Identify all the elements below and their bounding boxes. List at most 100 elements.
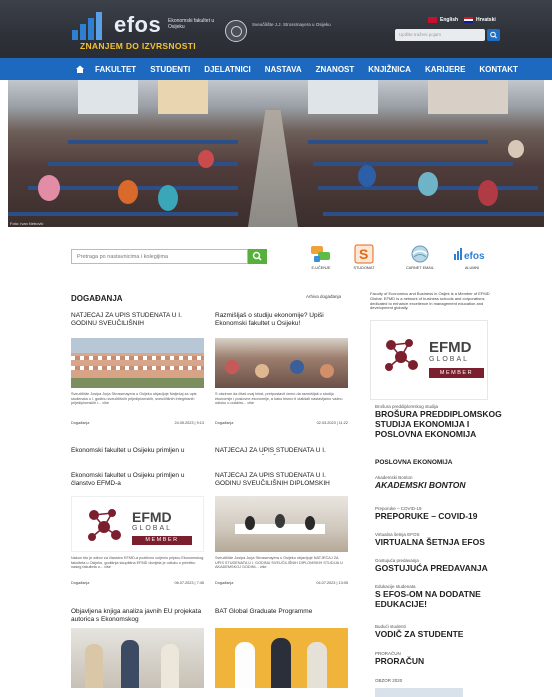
efmd-global: GLOBAL (132, 525, 173, 532)
news-title[interactable]: Razmišljaš o studiju ekonomije? Upiši Ek… (215, 312, 348, 336)
nav-znanost[interactable]: ZNANOST (316, 65, 355, 74)
uk-flag-icon (428, 17, 437, 23)
lang-croatian[interactable]: Hrvatski (464, 17, 496, 23)
sidebar-link-title: VODIČ ZA STUDENTE (375, 629, 464, 639)
news-title[interactable]: NATJEČAJ ZA UPIS STUDENATA U I. GODINU S… (215, 472, 348, 494)
sidebar-link-bonton[interactable]: Akademski Bonton AKADEMSKI BONTON (375, 475, 505, 490)
efmd-member: MEMBER (429, 368, 484, 378)
efos-logo[interactable]: efos Ekonomski fakultet u Osijeku ZNANJE… (72, 8, 222, 54)
quick-link-label: STUDOMAT (353, 266, 375, 270)
hr-flag-icon (464, 17, 473, 23)
hero-caption: Foto: Ivan Nebović (10, 221, 44, 226)
sidebar-link-title: PRORAČUN (375, 656, 425, 666)
efmd-member-image: EFMD GLOBAL MEMBER (71, 496, 204, 552)
efmd-global: GLOBAL (429, 356, 470, 363)
hero-lecture-hall-photo: Foto: Ivan Nebović (8, 80, 544, 227)
efmd-member-badge[interactable]: EFMD GLOBAL MEMBER (370, 320, 488, 400)
news-date: 04.07.2023 | 13:05 (316, 581, 348, 585)
logo-bars-icon (72, 10, 112, 40)
news-excerpt: S obzirom da čitaš ovaj tekst, pretposta… (215, 392, 343, 406)
efmd-network-icon (88, 509, 121, 541)
nav-kontakt[interactable]: KONTAKT (479, 65, 518, 74)
bat-programme-photo (215, 628, 348, 688)
efmd-word: EFMD (132, 509, 172, 525)
efmd-network-icon (385, 339, 418, 371)
sidebar-link-virtual-tour[interactable]: Virtualna šetnja EFOS VIRTUALNA ŠETNJA E… (375, 532, 505, 547)
main-nav: FAKULTET STUDENTI DJELATNICI NASTAVA ZNA… (0, 58, 552, 80)
university-building-photo (71, 338, 204, 388)
news-date: 02.03.2023 | 11:22 (316, 421, 348, 425)
university-name: Sveučilište J.J. Strossmayera u Osijeku (252, 22, 331, 27)
quick-link-carnet-email[interactable]: CARNET EMAIL (400, 244, 440, 270)
news-category[interactable]: Događanja (71, 421, 89, 425)
quick-link-e-ucenje[interactable]: E-UČENJE (301, 244, 341, 270)
header-search-input[interactable]: Upišite traženi pojam (395, 29, 485, 41)
graduates-photo (215, 496, 348, 552)
chat-bubbles-icon (310, 244, 332, 264)
studomat-icon: S (353, 244, 375, 264)
events-heading: DOGAĐANJA (71, 294, 123, 303)
sidebar-link-obzor[interactable]: OBZOR 2020 (375, 678, 505, 683)
news-card[interactable]: NATJEČAJ ZA UPIS STUDENATA U I. GODINU S… (71, 312, 204, 425)
news-card[interactable]: Objavljena knjiga analiza javnih EU proj… (71, 608, 204, 688)
quick-link-alumni[interactable]: efos ALUMNI (452, 244, 492, 270)
lang-english-label: English (440, 17, 459, 23)
search-icon (252, 251, 262, 261)
news-title[interactable]: BAT Global Graduate Programme (215, 608, 348, 626)
sidebar-link-education[interactable]: Edukacije studenata S EFOS-OM NA DODATNE… (375, 584, 505, 609)
sidebar-link-kicker: OBZOR 2020 (375, 678, 403, 683)
globe-mail-icon (409, 244, 431, 264)
quick-link-studomat[interactable]: S STUDOMAT (344, 244, 384, 270)
quick-link-label: CARNET EMAIL (406, 266, 434, 270)
sidebar-link-title: VIRTUALNA ŠETNJA EFOS (375, 537, 485, 547)
nav-fakultet[interactable]: FAKULTET (95, 65, 136, 74)
sidebar-link-poslovna[interactable]: POSLOVNA EKONOMIJA (375, 458, 505, 468)
news-card[interactable]: Razmišljaš o studiju ekonomije? Upiši Ek… (215, 312, 348, 425)
news-card[interactable]: BAT Global Graduate Programme (215, 608, 348, 688)
sidebar-link-covid[interactable]: Preporuke – COVID-19 PREPORUKE – COVID-1… (375, 506, 505, 521)
news-card[interactable]: Ekonomski fakultet u Osijeku primljen u … (71, 472, 204, 585)
news-category[interactable]: Događanja (215, 421, 233, 425)
news-title[interactable]: Objavljena knjiga analiza javnih EU proj… (71, 608, 204, 626)
sidebar-link-brochure[interactable]: Brošura preddiplomskog studija BROŠURA P… (375, 404, 505, 439)
news-category[interactable]: Događanja (71, 581, 89, 585)
university-seal-icon (225, 20, 247, 42)
nav-studenti[interactable]: STUDENTI (150, 65, 190, 74)
sidebar-link-title: POSLOVNA EKONOMIJA (375, 459, 453, 466)
logo-word: efos (114, 12, 162, 37)
sidebar-link-title: BROŠURA PREDDIPLOMSKOG STUDIJA EKONOMIJA… (375, 409, 502, 439)
news-category[interactable]: Događanja (215, 581, 233, 585)
header-search-button[interactable] (487, 29, 500, 41)
news-excerpt: Sveučilište Josipa Jurja Strossmayera u … (71, 392, 197, 406)
sidebar-link-student-guide[interactable]: Budući studenti VODIČ ZA STUDENTE (375, 624, 505, 639)
home-icon[interactable] (75, 64, 85, 74)
lang-croatian-label: Hrvatski (476, 17, 496, 23)
news-date: 06.07.2023 | 7:45 (174, 581, 205, 585)
nav-djelatnici[interactable]: DJELATNICI (204, 65, 251, 74)
obzor-banner[interactable] (375, 688, 463, 697)
quick-link-label: E-UČENJE (311, 266, 331, 270)
lecture-audience-photo (215, 338, 348, 388)
nav-knjiznica[interactable]: KNJIŽNICA (368, 65, 411, 74)
sidebar-link-title: S EFOS-OM NA DODATNE EDUKACIJE! (375, 589, 481, 609)
events-archive-link[interactable]: Arhiva događanja (306, 294, 341, 299)
logo-subtitle: Ekonomski fakultet u Osijeku (168, 18, 215, 30)
efmd-word: EFMD (429, 339, 472, 356)
university-logo[interactable]: Sveučilište J.J. Strossmayera u Osijeku (225, 20, 345, 48)
nav-karijere[interactable]: KARIJERE (425, 65, 465, 74)
search-icon (490, 31, 497, 39)
sidebar-link-budget[interactable]: PRORAČUN PRORAČUN (375, 651, 505, 666)
news-date: 24.05.2023 | 9:13 (174, 421, 205, 425)
news-card[interactable]: NATJEČAJ ZA UPIS STUDENATA U I. GODINU S… (215, 472, 348, 585)
news-excerpt: Nakon što je odbor za članstvo EFMD-a po… (71, 556, 204, 570)
staff-course-search-input[interactable]: Pretraga po nastavnicima i kolegijima (71, 249, 248, 264)
logo-tagline: ZNANJEM DO IZVRSNOSTI (80, 41, 196, 51)
sidebar-link-guest-lectures[interactable]: Gostujuća predavanja GOSTUJUĆA PREDAVANJ… (375, 558, 505, 573)
svg-text:S: S (359, 246, 368, 262)
sidebar-link-title: GOSTUJUĆA PREDAVANJA (375, 563, 488, 573)
news-title[interactable]: NATJEČAJ ZA UPIS STUDENATA U I. GODINU S… (71, 312, 204, 336)
news-title[interactable]: Ekonomski fakultet u Osijeku primljen u … (71, 472, 204, 494)
lang-english[interactable]: English (428, 17, 458, 23)
staff-course-search-button[interactable] (248, 249, 267, 264)
nav-nastava[interactable]: NASTAVA (265, 65, 302, 74)
